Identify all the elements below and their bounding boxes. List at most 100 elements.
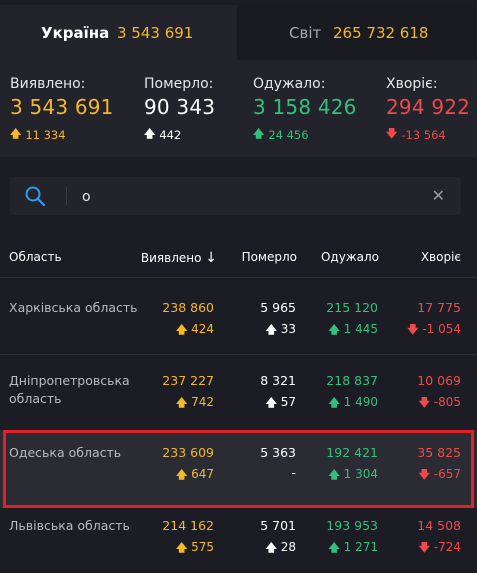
tab-world-label: Світ	[289, 23, 322, 42]
stat-deaths-value: 90 343	[144, 95, 216, 119]
column-header-detected[interactable]: Виявлено ↓	[141, 250, 217, 266]
sort-arrow-icon: ↓	[205, 250, 217, 266]
stat-sick-delta: -13 564	[401, 127, 446, 142]
stat-recovered-value: 3 158 426	[253, 95, 357, 119]
stat-recovered-label: Одужало:	[253, 76, 326, 92]
close-icon[interactable]: ✕	[432, 186, 445, 205]
arrow-down-icon: 🡇	[418, 541, 430, 554]
stat-deaths-delta: 442	[159, 127, 182, 142]
stat-sick-value: 294 922	[386, 95, 471, 119]
stat-recovered-delta-row: 🡅 24 456	[253, 125, 357, 144]
row-deaths-delta-row: 🡅 33	[260, 321, 296, 340]
tab-ukraine[interactable]: Україна 3 543 691	[0, 5, 237, 60]
arrow-up-icon: 🡅	[175, 396, 188, 409]
row-sick-delta: -1 054	[422, 322, 461, 336]
row-region: Львівська область	[9, 518, 130, 533]
column-header-recovered[interactable]: Одужало	[321, 250, 379, 264]
row-sick-delta-row: 🡇 -805	[417, 394, 461, 413]
row-region: Дніпропетровська область	[9, 373, 130, 406]
row-deaths-value: 8 321	[260, 373, 296, 388]
row-detected: 238 860 🡅 424	[162, 300, 214, 340]
summary-stats: Виявлено: 3 543 691 🡅 11 334 Померло: 90…	[0, 60, 477, 157]
column-header-sick[interactable]: Хворіє	[421, 250, 461, 264]
tab-ukraine-value: 3 543 691	[117, 23, 194, 42]
row-deaths: 5 965 🡅 33	[260, 300, 296, 340]
row-sick: 17 775 🡇 -1 054	[407, 300, 461, 340]
arrow-down-icon: 🡇	[386, 127, 398, 140]
stat-detected: Виявлено: 3 543 691 🡅 11 334	[10, 76, 114, 144]
row-detected-value: 214 162	[162, 518, 214, 533]
scope-tabs: Україна 3 543 691 Світ 265 732 618	[0, 0, 477, 60]
row-sick: 10 069 🡇 -805	[417, 373, 461, 413]
row-sick-value: 17 775	[417, 300, 461, 315]
table-header: Область Виявлено ↓ Померло Одужало Хворі…	[0, 240, 477, 274]
row-recovered-delta-row: 🡅 1 490	[326, 394, 379, 413]
arrow-up-icon: 🡅	[144, 127, 156, 140]
row-recovered: 193 953 🡅 1 271	[326, 518, 378, 558]
row-sick-delta-row: 🡇 -724	[417, 539, 461, 558]
row-sick-value: 14 508	[417, 518, 461, 533]
row-recovered-delta: 1 271	[343, 540, 378, 554]
row-recovered-delta: 1 445	[343, 322, 378, 336]
row-recovered: 215 120 🡅 1 445	[326, 300, 378, 340]
row-sick-value: 10 069	[417, 373, 461, 388]
row-recovered-value: 218 837	[326, 373, 378, 388]
row-detected-delta-row: 🡅 424	[162, 321, 214, 340]
row-recovered-delta-row: 🡅 1 271	[326, 539, 379, 558]
tab-world[interactable]: Світ 265 732 618	[237, 5, 477, 60]
row-detected-delta: 575	[191, 540, 214, 554]
stat-recovered-delta: 24 456	[268, 127, 309, 142]
row-recovered-value: 215 120	[326, 300, 378, 315]
column-header-region[interactable]: Область	[9, 250, 62, 264]
arrow-up-icon: 🡅	[10, 127, 22, 140]
row-deaths: 5 701 🡅 28	[260, 518, 296, 558]
stat-detected-value: 3 543 691	[10, 95, 114, 119]
table-row[interactable]: Харківська область 238 860 🡅 424 5 965 🡅…	[0, 278, 477, 354]
arrow-up-icon: 🡅	[328, 541, 340, 554]
row-detected-value: 238 860	[162, 300, 214, 315]
row-detected-delta: 742	[191, 395, 214, 409]
search-bar: ✕	[10, 177, 461, 215]
row-detected-delta: 424	[191, 322, 214, 336]
stat-sick-delta-row: 🡇 -13 564	[386, 125, 470, 144]
tab-ukraine-label: Україна	[41, 23, 110, 42]
row-sick-delta-row: 🡇 -1 054	[407, 321, 461, 340]
arrow-up-icon: 🡅	[265, 323, 277, 336]
search-input[interactable]	[80, 183, 424, 211]
stat-deaths-delta-row: 🡅 442	[144, 125, 215, 144]
stat-deaths-label: Померло:	[144, 76, 214, 92]
row-deaths-delta: 57	[280, 395, 296, 409]
table-row[interactable]: Львівська область 214 162 🡅 575 5 701 🡅 …	[0, 509, 477, 573]
arrow-up-icon: 🡅	[253, 127, 265, 140]
row-recovered-value: 193 953	[326, 518, 378, 533]
column-header-detected-label: Виявлено	[140, 251, 202, 265]
row-deaths-value: 5 701	[260, 518, 296, 533]
column-header-deaths[interactable]: Померло	[242, 250, 297, 264]
search-icon[interactable]	[24, 185, 46, 207]
row-deaths-delta-row: 🡅 57	[260, 394, 296, 413]
stat-detected-delta-row: 🡅 11 334	[10, 125, 114, 144]
row-detected: 237 227 🡅 742	[162, 373, 214, 413]
arrow-up-icon: 🡅	[175, 323, 188, 336]
stat-detected-label: Виявлено:	[10, 76, 86, 92]
arrow-down-icon: 🡇	[407, 323, 419, 336]
arrow-up-icon: 🡅	[328, 323, 340, 336]
tab-world-value: 265 732 618	[333, 23, 429, 42]
search-separator	[66, 187, 67, 205]
arrow-up-icon: 🡅	[265, 396, 277, 409]
stat-deaths: Померло: 90 343 🡅 442	[144, 76, 215, 144]
row-detected-delta-row: 🡅 742	[162, 394, 214, 413]
stat-detected-delta: 11 334	[25, 127, 66, 142]
highlight-frame	[3, 430, 474, 508]
arrow-up-icon: 🡅	[175, 541, 188, 554]
table-row[interactable]: Дніпропетровська область 237 227 🡅 742 8…	[0, 355, 477, 430]
arrow-down-icon: 🡇	[418, 396, 430, 409]
row-detected: 214 162 🡅 575	[162, 518, 214, 558]
row-region: Харківська область	[9, 300, 138, 315]
stat-sick: Хворіє: 294 922 🡇 -13 564	[386, 76, 470, 144]
row-sick: 14 508 🡇 -724	[417, 518, 461, 558]
stat-sick-label: Хворіє:	[386, 76, 438, 92]
row-sick-delta: -805	[433, 395, 461, 409]
arrow-up-icon: 🡅	[265, 541, 277, 554]
row-sick-delta: -724	[433, 540, 461, 554]
